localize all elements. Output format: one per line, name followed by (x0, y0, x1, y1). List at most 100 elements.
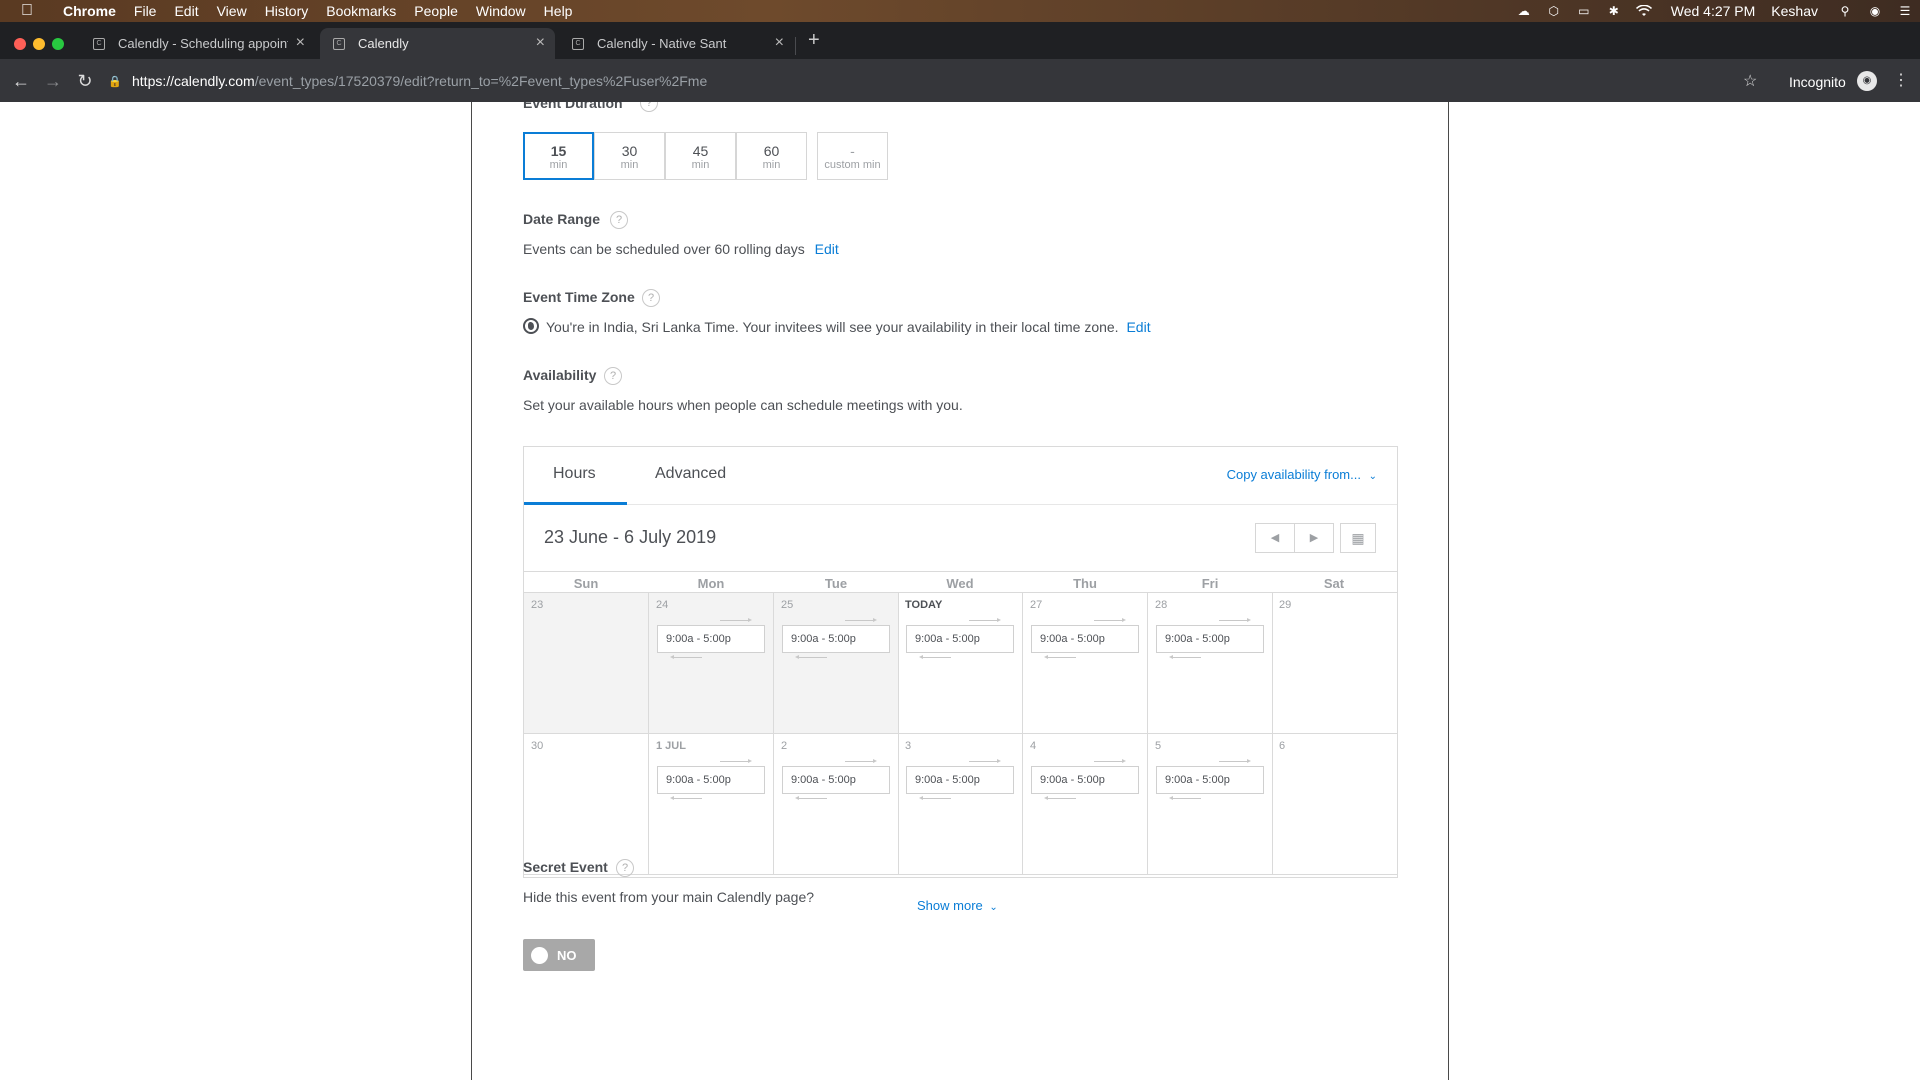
tab-advanced[interactable]: Advanced (655, 465, 726, 483)
previous-period-button[interactable]: ◀ (1255, 523, 1295, 553)
calendar-day-cell[interactable]: 29 (1272, 593, 1397, 734)
date-range-edit-link[interactable]: Edit (815, 241, 839, 257)
menu-history[interactable]: History (256, 3, 318, 19)
hours-slot-label: 9:00a - 5:00p (1165, 774, 1230, 786)
hours-slot[interactable]: 9:00a - 5:00p (1031, 618, 1139, 659)
more-menu-icon[interactable]: ⋮ (1893, 70, 1909, 90)
spotlight-icon[interactable]: ⚲ (1834, 4, 1856, 18)
copy-availability-dropdown[interactable]: Copy availability from... ⌄ (1227, 467, 1377, 482)
bookmark-star-icon[interactable]: ☆ (1743, 71, 1757, 91)
calendar-day-cell[interactable]: 24 9:00a - 5:00p (649, 593, 774, 734)
reload-icon[interactable]: ↻ (72, 68, 98, 94)
hours-slot-label: 9:00a - 5:00p (1040, 633, 1105, 645)
calendar-day-cell[interactable]: 25 9:00a - 5:00p (774, 593, 899, 734)
cloud-icon[interactable]: ☁ (1513, 4, 1535, 18)
help-icon[interactable]: ? (610, 211, 628, 229)
bluetooth-icon[interactable]: ✱ (1603, 4, 1625, 18)
menubar-user[interactable]: Keshav (1771, 3, 1818, 19)
close-tab-icon[interactable]: × (775, 34, 784, 52)
close-tab-icon[interactable]: × (536, 34, 545, 52)
menu-app[interactable]: Chrome (54, 3, 125, 19)
browser-tab-3[interactable]: C Calendly - Native Sant × (559, 28, 794, 59)
airplay-icon[interactable]: ▭ (1573, 4, 1595, 18)
menu-file[interactable]: File (125, 3, 166, 19)
copy-arrow-right-icon (1219, 618, 1251, 622)
new-tab-button[interactable]: + (808, 30, 820, 50)
duration-value: 30 (621, 143, 638, 159)
menubar-clock[interactable]: Wed 4:27 PM (1671, 3, 1756, 19)
date-range-title: Date Range (523, 211, 601, 227)
forward-arrow-icon[interactable]: → (40, 68, 66, 94)
close-window-button[interactable] (14, 38, 26, 50)
calendar-day-cell[interactable]: 3 9:00a - 5:00p (898, 734, 1023, 875)
notification-center-icon[interactable]: ☰ (1894, 4, 1916, 18)
duration-custom-input[interactable]: - custom min (817, 132, 888, 180)
hours-slot[interactable]: 9:00a - 5:00p (1156, 759, 1264, 800)
hours-slot[interactable]: 9:00a - 5:00p (906, 618, 1014, 659)
hours-slot[interactable]: 9:00a - 5:00p (906, 759, 1014, 800)
menu-help[interactable]: Help (535, 3, 582, 19)
hours-slot-label: 9:00a - 5:00p (915, 633, 980, 645)
calendar-day-cell[interactable]: 5 9:00a - 5:00p (1148, 734, 1273, 875)
hours-slot-label: 9:00a - 5:00p (1040, 774, 1105, 786)
hours-slot[interactable]: 9:00a - 5:00p (1156, 618, 1264, 659)
help-icon[interactable]: ? (642, 289, 660, 307)
page-viewport: Event Duration ? 15 min 30 min 45 min 60… (0, 102, 1920, 1080)
address-bar[interactable]: 🔒 https://calendly.com/event_types/17520… (108, 66, 1748, 96)
calendar-day-cell[interactable]: 1 JUL 9:00a - 5:00p (649, 734, 774, 875)
menu-edit[interactable]: Edit (165, 3, 207, 19)
calendar-day-cell[interactable]: 23 (524, 593, 649, 734)
duration-option-30[interactable]: 30 min (594, 132, 665, 180)
incognito-label[interactable]: Incognito (1789, 74, 1846, 90)
duration-option-60[interactable]: 60 min (736, 132, 807, 180)
weekday-fri: Fri (1201, 576, 1219, 591)
secret-event-toggle[interactable]: NO (523, 939, 595, 971)
hours-slot-label: 9:00a - 5:00p (791, 774, 856, 786)
browser-tab-2[interactable]: C Calendly × (320, 28, 555, 59)
day-number: 1 JUL (656, 740, 686, 752)
calendar-day-cell-today[interactable]: TODAY 9:00a - 5:00p (898, 593, 1023, 734)
back-arrow-icon[interactable]: ← (8, 68, 34, 94)
tab-hours[interactable]: Hours (553, 465, 596, 483)
close-tab-icon[interactable]: × (296, 34, 305, 52)
copy-arrow-left-icon (919, 796, 951, 800)
calendar-day-cell[interactable]: 2 9:00a - 5:00p (774, 734, 899, 875)
hours-slot[interactable]: 9:00a - 5:00p (782, 759, 890, 800)
hours-slot[interactable]: 9:00a - 5:00p (1031, 759, 1139, 800)
calendar-day-cell[interactable]: 6 (1272, 734, 1397, 875)
apple-icon[interactable]:  (0, 2, 54, 20)
hours-slot[interactable]: 9:00a - 5:00p (782, 618, 890, 659)
hours-slot[interactable]: 9:00a - 5:00p (657, 759, 765, 800)
help-icon[interactable]: ? (616, 859, 634, 877)
browser-tab-1[interactable]: C Calendly - Scheduling appointments × (80, 28, 315, 59)
menu-bookmarks[interactable]: Bookmarks (317, 3, 405, 19)
copy-arrow-right-icon (845, 759, 877, 763)
help-icon[interactable]: ? (640, 102, 658, 112)
calendar-day-cell[interactable]: 4 9:00a - 5:00p (1023, 734, 1148, 875)
menu-people[interactable]: People (405, 3, 467, 19)
duration-option-15[interactable]: 15 min (523, 132, 594, 180)
wifi-icon[interactable] (1633, 4, 1655, 18)
copy-arrow-left-icon (919, 655, 951, 659)
copy-arrow-left-icon (795, 655, 827, 659)
weekday-wed: Wed (946, 576, 974, 591)
calendar-day-cell[interactable]: 30 (524, 734, 649, 875)
menu-view[interactable]: View (208, 3, 256, 19)
zoom-window-button[interactable] (52, 38, 64, 50)
duration-option-45[interactable]: 45 min (665, 132, 736, 180)
hexagon-icon[interactable]: ⬡ (1543, 4, 1565, 18)
calendar-day-cell[interactable]: 27 9:00a - 5:00p (1023, 593, 1148, 734)
hours-slot[interactable]: 9:00a - 5:00p (657, 618, 765, 659)
calendar-picker-button[interactable]: ▦ (1340, 523, 1376, 553)
chevron-down-icon: ⌄ (989, 902, 998, 913)
time-zone-edit-link[interactable]: Edit (1126, 319, 1150, 335)
next-period-button[interactable]: ▶ (1294, 523, 1334, 553)
minimize-window-button[interactable] (33, 38, 45, 50)
duration-value: 45 (692, 143, 709, 159)
show-more-link[interactable]: Show more ⌄ (917, 898, 998, 913)
incognito-icon[interactable]: ◉ (1857, 71, 1877, 91)
siri-icon[interactable]: ◉ (1864, 4, 1886, 18)
calendar-day-cell[interactable]: 28 9:00a - 5:00p (1148, 593, 1273, 734)
menu-window[interactable]: Window (467, 3, 535, 19)
help-icon[interactable]: ? (604, 367, 622, 385)
